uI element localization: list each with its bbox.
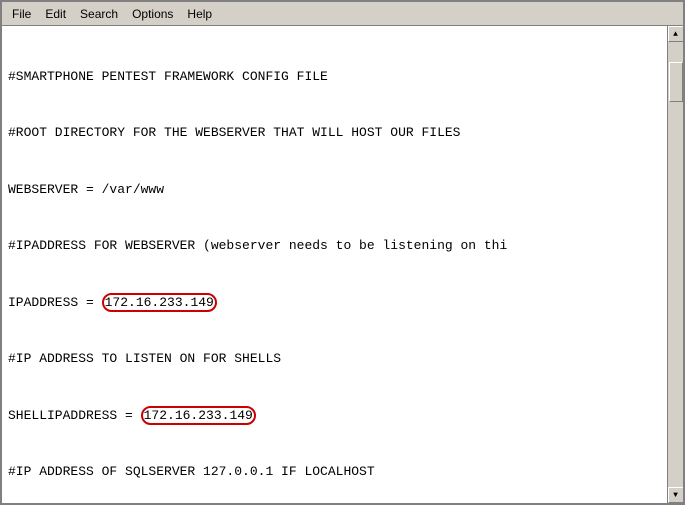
main-window: File Edit Search Options Help #SMARTPHON… [0, 0, 685, 505]
menubar: File Edit Search Options Help [2, 2, 683, 26]
line-5: IPADDRESS = 172.16.233.149 [8, 294, 661, 313]
scroll-up-button[interactable]: ▲ [668, 26, 684, 42]
text-content: #SMARTPHONE PENTEST FRAMEWORK CONFIG FIL… [2, 26, 667, 503]
scrollbar-thumb[interactable] [669, 62, 683, 102]
menu-search[interactable]: Search [74, 5, 124, 23]
menu-options[interactable]: Options [126, 5, 179, 23]
line-1: #SMARTPHONE PENTEST FRAMEWORK CONFIG FIL… [8, 68, 661, 87]
menu-help[interactable]: Help [181, 5, 218, 23]
line-2: #ROOT DIRECTORY FOR THE WEBSERVER THAT W… [8, 124, 661, 143]
line-6: #IP ADDRESS TO LISTEN ON FOR SHELLS [8, 350, 661, 369]
line-3: WEBSERVER = /var/www [8, 181, 661, 200]
scroll-down-button[interactable]: ▼ [668, 487, 684, 503]
ipaddress-highlight: 172.16.233.149 [102, 293, 217, 312]
scrollbar-track[interactable] [668, 42, 684, 487]
menu-file[interactable]: File [6, 5, 37, 23]
text-editor[interactable]: #SMARTPHONE PENTEST FRAMEWORK CONFIG FIL… [2, 26, 667, 503]
vertical-scrollbar[interactable]: ▲ ▼ [667, 26, 683, 503]
menu-edit[interactable]: Edit [39, 5, 72, 23]
line-4: #IPADDRESS FOR WEBSERVER (webserver need… [8, 237, 661, 256]
line-7: SHELLIPADDRESS = 172.16.233.149 [8, 407, 661, 426]
shellipaddress-highlight: 172.16.233.149 [141, 406, 256, 425]
content-area: #SMARTPHONE PENTEST FRAMEWORK CONFIG FIL… [2, 26, 683, 503]
line-8: #IP ADDRESS OF SQLSERVER 127.0.0.1 IF LO… [8, 463, 661, 482]
